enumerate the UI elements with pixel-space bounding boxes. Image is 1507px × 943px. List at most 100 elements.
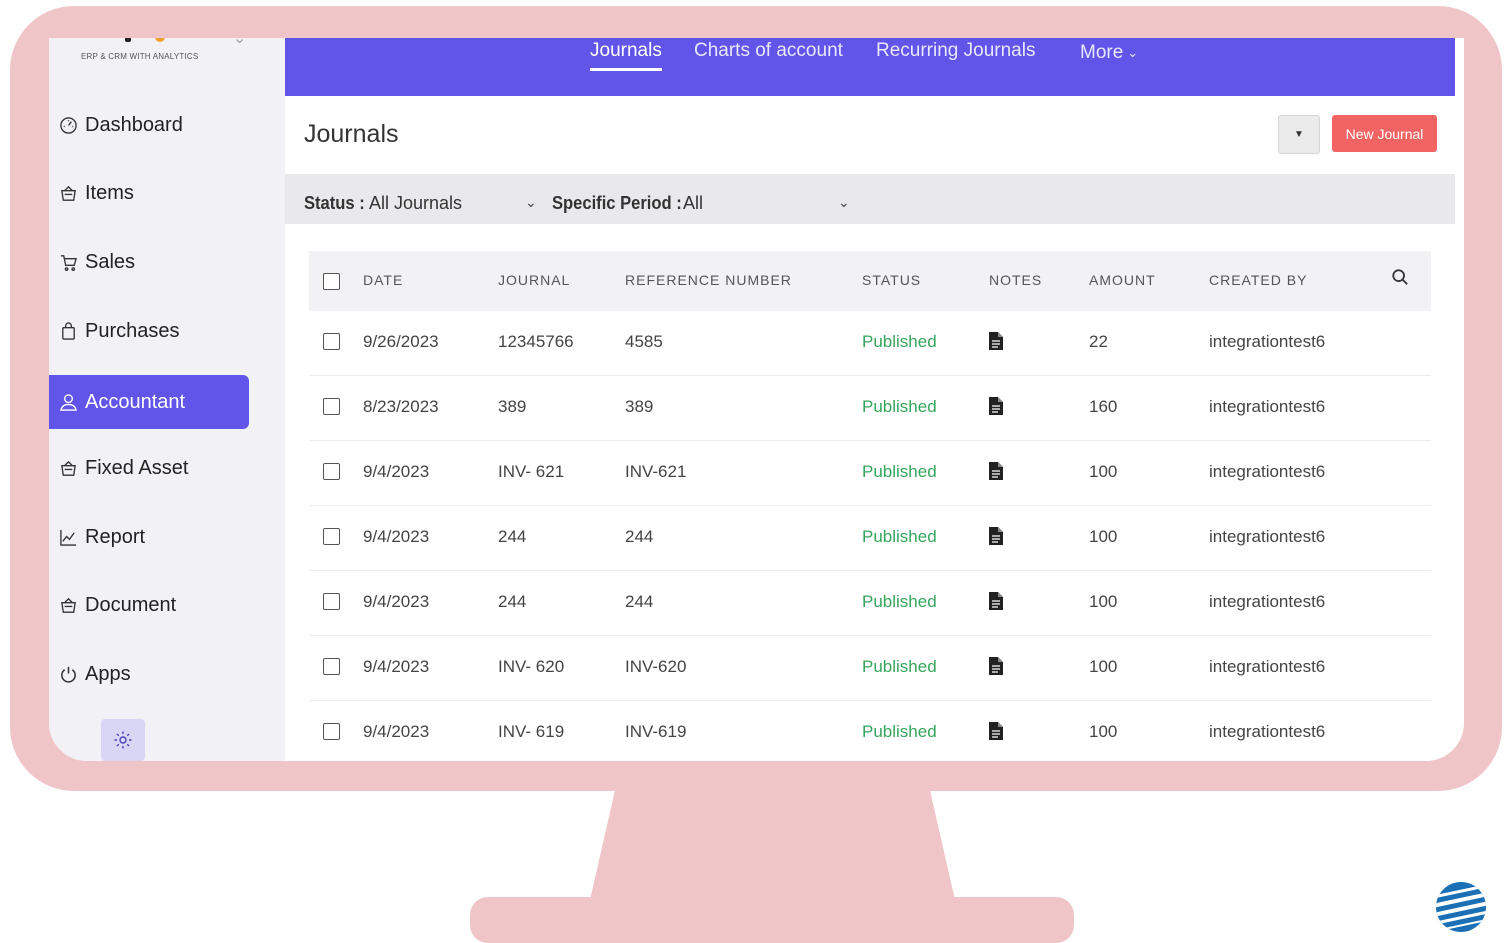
column-header-reference[interactable]: REFERENCE NUMBER — [625, 272, 792, 288]
cell-created-by: integrationtest6 — [1209, 397, 1326, 416]
cell-status: Published — [862, 397, 937, 416]
column-header-amount[interactable]: AMOUNT — [1089, 272, 1156, 288]
options-dropdown-button[interactable]: ▼ — [1278, 115, 1320, 154]
row-checkbox[interactable] — [323, 658, 340, 675]
sidebar-item-purchases[interactable]: Purchases — [49, 304, 249, 358]
column-header-status[interactable]: STATUS — [862, 272, 921, 288]
sidebar-item-label: Purchases — [85, 319, 180, 342]
document-icon[interactable] — [989, 722, 1003, 740]
sidebar-item-sales[interactable]: Sales — [49, 235, 249, 289]
cell-status: Published — [862, 657, 937, 676]
cell-date: 8/23/2023 — [363, 397, 439, 416]
sidebar-item-label: Apps — [85, 662, 131, 685]
row-checkbox[interactable] — [323, 463, 340, 480]
table-row[interactable]: 8/23/2023 389 389 Published 160 integrat… — [309, 376, 1431, 441]
document-icon[interactable] — [989, 657, 1003, 675]
cell-journal[interactable]: INV- 619 — [498, 722, 564, 742]
cell-amount: 100 — [1089, 527, 1118, 546]
top-navigation: Journals Charts of account Recurring Jou… — [285, 38, 1455, 96]
cell-journal[interactable]: 244 — [498, 592, 526, 612]
tab-charts-of-account[interactable]: Charts of account — [694, 40, 843, 62]
cart-icon — [59, 251, 85, 273]
status-filter-select[interactable]: All Journals — [369, 193, 462, 214]
sidebar-item-accountant[interactable]: Accountant — [49, 375, 249, 429]
table-row[interactable]: 9/4/2023 244 244 Published 100 integrati… — [309, 571, 1431, 636]
tab-more[interactable]: More ⌄ — [1080, 42, 1138, 64]
cell-journal[interactable]: 389 — [498, 397, 526, 417]
chevron-down-icon: ⌄ — [1127, 44, 1139, 60]
cell-journal[interactable]: INV- 621 — [498, 462, 564, 482]
column-header-created-by[interactable]: CREATED BY — [1209, 272, 1307, 288]
sidebar-item-label: Report — [85, 525, 146, 548]
sidebar-item-label: Document — [85, 593, 177, 616]
tab-recurring-journals[interactable]: Recurring Journals — [876, 40, 1035, 62]
column-header-date[interactable]: DATE — [363, 272, 403, 288]
document-icon[interactable] — [989, 397, 1003, 415]
document-icon[interactable] — [989, 527, 1003, 545]
select-all-checkbox[interactable] — [323, 273, 340, 290]
new-journal-button[interactable]: New Journal — [1332, 115, 1437, 152]
sidebar-item-label: Dashboard — [85, 113, 183, 136]
logo — [101, 38, 181, 46]
cell-amount: 100 — [1089, 462, 1118, 481]
cell-date: 9/4/2023 — [363, 722, 430, 741]
cell-journal[interactable]: INV- 620 — [498, 657, 564, 677]
document-icon[interactable] — [989, 462, 1003, 480]
sidebar-item-label: Fixed Asset — [85, 456, 189, 479]
sidebar-item-label: Items — [85, 181, 134, 204]
cell-reference: INV-621 — [625, 462, 687, 481]
row-checkbox[interactable] — [323, 528, 340, 545]
sidebar-item-label: Accountant — [85, 390, 186, 413]
user-icon — [59, 391, 85, 413]
row-checkbox[interactable] — [323, 593, 340, 610]
sidebar-item-items[interactable]: Items — [49, 166, 249, 220]
cell-reference: 389 — [625, 397, 654, 416]
chart-icon — [59, 526, 85, 548]
row-checkbox[interactable] — [323, 723, 340, 740]
basket-icon — [59, 594, 85, 616]
cell-reference: 244 — [625, 527, 654, 546]
cell-reference: INV-620 — [625, 657, 687, 676]
column-header-notes[interactable]: NOTES — [989, 272, 1042, 288]
chevron-down-icon[interactable]: ⌄ — [525, 194, 537, 211]
document-icon[interactable] — [989, 592, 1003, 610]
basket-icon — [59, 182, 85, 204]
collapse-sidebar-icon[interactable]: › — [231, 38, 249, 43]
sidebar-item-fixed-asset[interactable]: Fixed Asset — [49, 441, 249, 495]
cell-amount: 22 — [1089, 332, 1108, 351]
cell-journal[interactable]: 244 — [498, 527, 526, 547]
gear-icon — [114, 731, 132, 749]
row-checkbox[interactable] — [323, 398, 340, 415]
table-row[interactable]: 9/4/2023 INV- 620 INV-620 Published 100 … — [309, 636, 1431, 701]
period-filter-label: Specific Period : — [552, 193, 682, 213]
app-screen: ERP & CRM WITH ANALYTICS › Dashboard Ite… — [49, 38, 1464, 761]
table-row[interactable]: 9/4/2023 INV- 621 INV-621 Published 100 … — [309, 441, 1431, 506]
globe-logo-icon — [1436, 882, 1486, 932]
basket-icon — [59, 457, 85, 479]
chevron-down-icon[interactable]: ⌄ — [838, 194, 850, 211]
tab-journals[interactable]: Journals — [590, 40, 662, 71]
sidebar-item-dashboard[interactable]: Dashboard — [49, 98, 249, 152]
settings-button[interactable] — [101, 719, 145, 761]
sidebar-item-report[interactable]: Report — [49, 510, 249, 564]
logo-tagline: ERP & CRM WITH ANALYTICS — [81, 52, 199, 61]
column-header-journal[interactable]: JOURNAL — [498, 272, 570, 288]
sidebar-item-apps[interactable]: Apps — [49, 647, 249, 701]
table-row[interactable]: 9/4/2023 INV- 619 INV-619 Published 100 … — [309, 701, 1431, 761]
cell-journal[interactable]: 12345766 — [498, 332, 574, 352]
row-checkbox[interactable] — [323, 333, 340, 350]
document-icon[interactable] — [989, 332, 1003, 350]
sidebar-item-document[interactable]: Document — [49, 578, 249, 632]
search-icon[interactable] — [1391, 268, 1409, 286]
sidebar-item-label: Sales — [85, 250, 136, 273]
cell-created-by: integrationtest6 — [1209, 527, 1326, 546]
cell-reference: 4585 — [625, 332, 663, 351]
period-filter-select[interactable]: All — [683, 193, 703, 214]
cell-created-by: integrationtest6 — [1209, 462, 1326, 481]
table-row[interactable]: 9/26/2023 12345766 4585 Published 22 int… — [309, 311, 1431, 376]
filter-bar: Status : All Journals ⌄ Specific Period … — [285, 174, 1455, 224]
cell-amount: 100 — [1089, 722, 1118, 741]
sidebar: ERP & CRM WITH ANALYTICS › Dashboard Ite… — [49, 38, 285, 761]
table-row[interactable]: 9/4/2023 244 244 Published 100 integrati… — [309, 506, 1431, 571]
cell-date: 9/4/2023 — [363, 462, 430, 481]
